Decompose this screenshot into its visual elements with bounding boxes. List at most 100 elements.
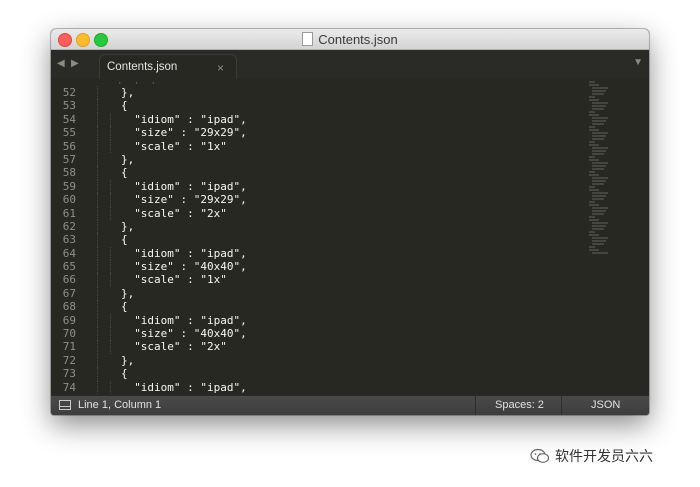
minimap-line: [589, 249, 599, 251]
line-number: 72: [62, 353, 76, 367]
indent-guide: [97, 340, 98, 354]
minimap-line: [589, 114, 599, 116]
minimap-line: [589, 126, 595, 128]
editor-window: Contents.json ◀ ▶ Contents.json × ▼ · · …: [51, 29, 649, 415]
status-divider: [561, 396, 562, 415]
line-number: 54: [62, 112, 76, 126]
line-number: 55: [62, 126, 76, 140]
syntax-selector[interactable]: JSON: [591, 399, 620, 411]
line-number: 71: [62, 340, 76, 354]
indent-guide: [97, 193, 98, 207]
indent-guide: [97, 260, 98, 274]
forward-arrow-icon[interactable]: ▶: [71, 58, 79, 69]
code-text: "size" : "40x40",: [134, 260, 247, 274]
indent-guide: [110, 112, 112, 127]
indent-guide: [110, 193, 112, 207]
minimap-line: [592, 168, 604, 170]
window-title: Contents.json: [51, 32, 649, 47]
line-number: 59: [62, 179, 76, 193]
indent-guide: [110, 260, 112, 274]
minimap-line: [592, 135, 606, 137]
code-text: "idiom" : "ipad",: [134, 313, 247, 327]
panel-toggle-icon[interactable]: [59, 400, 71, 410]
tab-contents-json[interactable]: Contents.json ×: [99, 54, 237, 81]
tab-menu-icon[interactable]: ▼: [633, 57, 643, 68]
line-number: 67: [62, 286, 76, 300]
minimap-line: [589, 171, 595, 173]
back-arrow-icon[interactable]: ◀: [57, 58, 65, 69]
minimap-line: [589, 141, 595, 143]
indent-guide: [110, 139, 112, 153]
indent-guide: [110, 206, 112, 220]
line-number: 62: [62, 219, 76, 233]
line-number: 65: [62, 260, 76, 274]
minimap-line: [592, 240, 606, 242]
code-text: {: [121, 99, 128, 113]
minimap-line: [589, 174, 599, 176]
line-number: 56: [62, 139, 76, 153]
minimap-line: [589, 156, 595, 158]
line-number: 68: [62, 300, 76, 314]
indent-guide: [110, 246, 112, 261]
code-text: "scale" : "2x": [134, 206, 227, 220]
minimap-line: [592, 225, 606, 227]
code-text: "idiom" : "ipad",: [134, 112, 247, 126]
indent-guide: [97, 219, 98, 234]
minimap-line: [592, 93, 604, 95]
minimap-line: [592, 198, 604, 200]
status-divider: [475, 396, 476, 415]
status-bar: Line 1, Column 1 Spaces: 2 JSON: [51, 395, 649, 415]
minimap-line: [592, 228, 604, 230]
minimap-line: [592, 180, 606, 182]
code-text: {: [121, 300, 128, 314]
code-text: "scale" : "1x": [134, 273, 227, 287]
code-text: "scale" : "2x": [134, 340, 227, 354]
minimap-line: [589, 81, 595, 83]
watermark: 软件开发员六六: [530, 446, 653, 466]
line-number: 52: [62, 86, 76, 99]
minimap-line: [589, 111, 595, 113]
indent-guide: [97, 313, 98, 328]
code-text: {: [121, 367, 128, 381]
minimap-line: [592, 162, 608, 164]
code-text: {: [121, 166, 128, 180]
minimap[interactable]: [585, 81, 611, 256]
minimap-line: [592, 177, 608, 179]
minimap-line: [589, 246, 595, 248]
minimap-line: [589, 204, 599, 206]
minimap-line: [589, 99, 599, 101]
code-text: "idiom" : "ipad",: [134, 380, 247, 394]
line-number: 60: [62, 193, 76, 207]
minimap-line: [589, 189, 599, 191]
cursor-position: Line 1, Column 1: [78, 399, 162, 411]
tab-close-icon[interactable]: ×: [217, 61, 224, 75]
minimap-line: [592, 210, 606, 212]
minimap-line: [592, 153, 604, 155]
title-bar[interactable]: Contents.json: [51, 29, 649, 50]
tab-label: Contents.json: [107, 61, 178, 73]
indent-guide: [97, 233, 98, 247]
minimap-line: [592, 108, 604, 110]
minimap-line: [589, 219, 599, 221]
line-number: 63: [62, 233, 76, 247]
minimap-line: [589, 201, 595, 203]
line-number: 53: [62, 99, 76, 113]
watermark-text: 软件开发员六六: [555, 448, 653, 464]
line-number: 64: [62, 246, 76, 260]
code-editor[interactable]: · · · 52}, 53{54 "idiom" : "ipad", 55 "size"…: [51, 79, 649, 395]
minimap-line: [589, 144, 599, 146]
indent-guide: [97, 353, 98, 368]
minimap-line: [592, 87, 608, 89]
line-number: 74: [62, 380, 76, 394]
code-text: "idiom" : "ipad",: [134, 179, 247, 193]
minimap-line: [592, 150, 606, 152]
indentation-setting[interactable]: Spaces: 2: [495, 399, 544, 411]
line-number: 66: [62, 273, 76, 287]
line-number: 57: [62, 152, 76, 166]
minimap-line: [592, 117, 608, 119]
line-number: 73: [62, 367, 76, 381]
indent-guide: [97, 273, 98, 287]
code-text: },: [121, 286, 135, 300]
line-number: 70: [62, 327, 76, 341]
indent-guide: [97, 86, 98, 100]
